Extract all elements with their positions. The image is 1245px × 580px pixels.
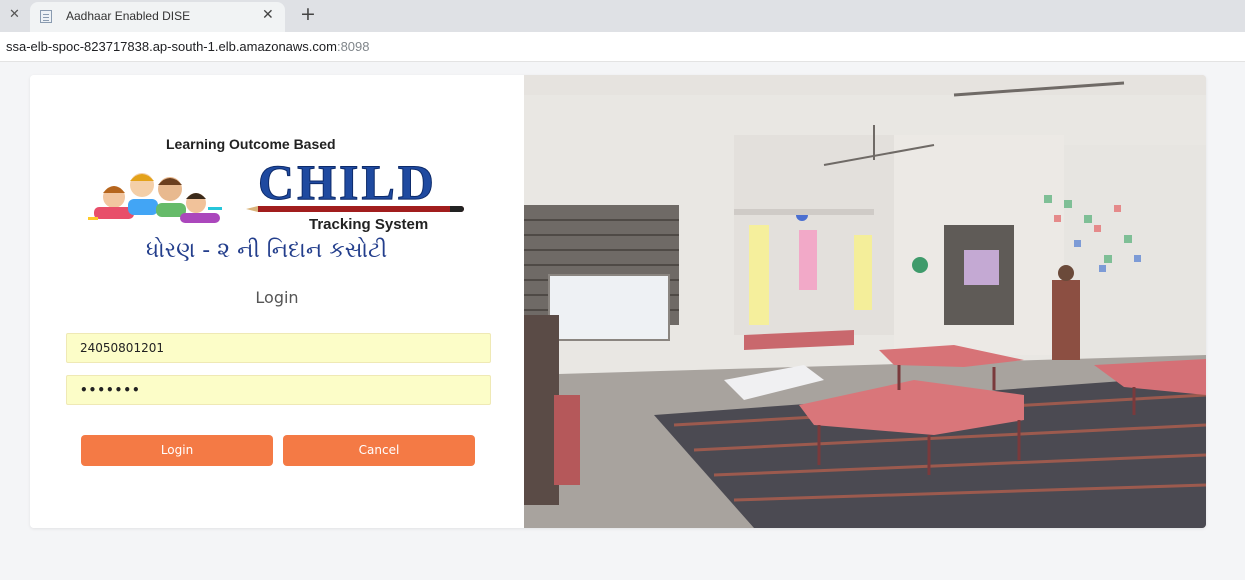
document-icon <box>40 10 52 23</box>
url-host: ssa-elb-spoc-823717838.ap-south-1.elb.am… <box>6 39 337 54</box>
login-panel: Learning Outcome Based CHILD Tracking Sy… <box>30 75 524 528</box>
address-bar[interactable]: ssa-elb-spoc-823717838.ap-south-1.elb.am… <box>0 32 1245 62</box>
logo-gujarati-line: ધોરણ - ૨ ની નિદાન કસોટી <box>146 238 388 263</box>
browser-tab-bar: ✕ Aadhaar Enabled DISE ✕ + <box>0 0 1245 32</box>
new-tab-plus-icon[interactable]: + <box>300 3 316 25</box>
classroom-photo <box>524 75 1206 528</box>
pencil-graphic <box>246 206 464 212</box>
login-button[interactable]: Login <box>81 435 273 466</box>
logo-top-line: Learning Outcome Based <box>166 136 336 152</box>
login-heading: Login <box>255 288 299 307</box>
logo-sub-line: Tracking System <box>309 216 429 233</box>
login-card: Learning Outcome Based CHILD Tracking Sy… <box>30 75 1206 528</box>
url-text[interactable]: ssa-elb-spoc-823717838.ap-south-1.elb.am… <box>6 39 370 54</box>
tab-title: Aadhaar Enabled DISE <box>66 9 191 23</box>
cancel-button[interactable]: Cancel <box>283 435 475 466</box>
logo-child-word: CHILD <box>258 154 437 211</box>
password-input[interactable]: ••••••• <box>66 375 491 405</box>
username-input[interactable] <box>66 333 491 363</box>
browser-tab[interactable]: Aadhaar Enabled DISE ✕ <box>30 2 285 32</box>
tab-close-icon[interactable]: ✕ <box>262 7 274 23</box>
children-illustration <box>88 173 222 223</box>
password-dots: ••••••• <box>80 383 141 397</box>
close-icon[interactable]: ✕ <box>9 7 20 22</box>
url-port: :8098 <box>336 39 370 54</box>
